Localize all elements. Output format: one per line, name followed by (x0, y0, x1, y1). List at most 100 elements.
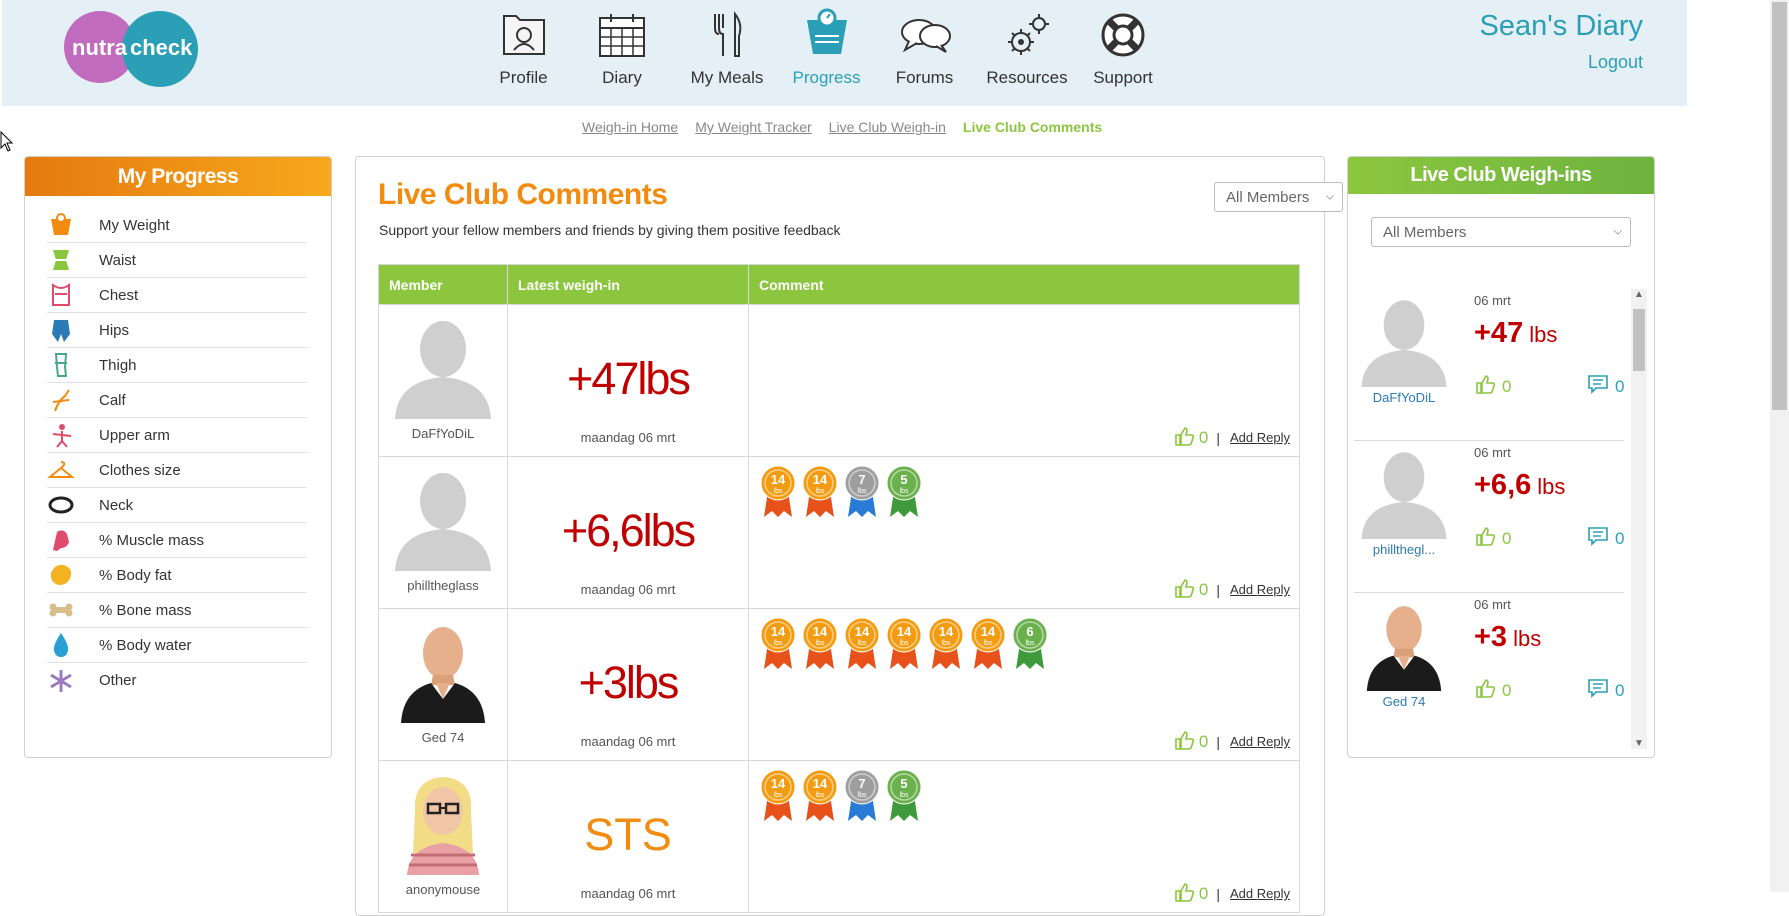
member-name[interactable]: Ged 74 (1354, 694, 1454, 709)
medal-icon: 7 lbs (843, 769, 881, 828)
like-button[interactable]: 0 (1474, 373, 1511, 400)
column-header-weigh-in: Latest weigh-in (507, 264, 749, 305)
weigh-in-date: maandag 06 mrt (580, 430, 676, 445)
weigh-ins-scrollbar[interactable]: ▲ ▼ (1631, 289, 1647, 749)
progress-item-bone-mass[interactable]: % Bone mass (47, 593, 307, 628)
svg-text:lbs: lbs (900, 488, 909, 495)
nav-progress[interactable]: Progress (782, 8, 871, 98)
comment-button[interactable]: 0 (1587, 677, 1624, 704)
avatar[interactable] (393, 619, 493, 723)
separator: | (1216, 429, 1221, 446)
chevron-down-icon: ⌵ (1613, 225, 1622, 238)
weigh-in-date: maandag 06 mrt (580, 734, 676, 749)
comment-button[interactable]: 0 (1587, 525, 1624, 552)
comment-button[interactable]: 0 (1587, 373, 1624, 400)
add-reply-link[interactable]: Add Reply (1230, 734, 1290, 749)
mouse-cursor-icon (0, 131, 14, 152)
progress-item-body-fat[interactable]: % Body fat (47, 558, 307, 593)
logout-link[interactable]: Logout (1588, 52, 1643, 73)
svg-text:14: 14 (771, 776, 786, 791)
progress-item-upper-arm[interactable]: Upper arm (47, 418, 307, 453)
nav-profile[interactable]: Profile (477, 8, 570, 98)
add-reply-link[interactable]: Add Reply (1230, 430, 1290, 445)
member-name[interactable]: DaFfYoDiL (1354, 390, 1454, 405)
like-button[interactable]: 0 (1173, 881, 1208, 906)
weigh-in-value: +47lbs (1474, 317, 1557, 350)
progress-item-thigh[interactable]: Thigh (47, 348, 307, 383)
progress-item-hips[interactable]: Hips (47, 313, 307, 348)
progress-item-body-water[interactable]: % Body water (47, 628, 307, 663)
progress-item-calf[interactable]: Calf (47, 383, 307, 418)
svg-text:nutra: nutra (72, 35, 128, 60)
nav-forums[interactable]: Forums (873, 8, 976, 98)
subnav-my-weight-tracker[interactable]: My Weight Tracker (695, 119, 811, 135)
progress-item-chest[interactable]: Chest (47, 278, 307, 313)
member-name[interactable]: phillthegl... (1354, 542, 1454, 557)
nav-support[interactable]: Support (1078, 8, 1168, 98)
add-reply-link[interactable]: Add Reply (1230, 582, 1290, 597)
like-button[interactable]: 0 (1173, 577, 1208, 602)
svg-text:lbs: lbs (774, 792, 783, 799)
medal-icon: 14 lbs (759, 465, 797, 524)
page-scrollbar[interactable] (1770, 0, 1789, 892)
progress-item-other[interactable]: Other (47, 663, 307, 698)
medals-row: 14 lbs 14 lbs 14 lbs 14 lbs 14 lbs 14 lbs 6 lbs (749, 609, 1299, 676)
avatar[interactable] (393, 315, 493, 419)
weigh-ins-filter-select[interactable]: All Members ⌵ (1371, 217, 1631, 247)
like-button[interactable]: 0 (1173, 425, 1208, 450)
svg-text:lbs: lbs (816, 640, 825, 647)
weigh-in-cell: STS maandag 06 mrt (507, 760, 749, 913)
member-name[interactable]: DaFfYoDiL (379, 426, 507, 441)
nutracheck-logo[interactable]: nutra check (64, 11, 198, 87)
avatar[interactable] (393, 467, 493, 571)
nav-diary[interactable]: Diary (572, 8, 672, 98)
member-filter-select[interactable]: All Members ⌵ (1214, 182, 1343, 212)
avatar[interactable] (1358, 599, 1450, 691)
subnav-live-club-weigh-in[interactable]: Live Club Weigh-in (829, 119, 946, 135)
fork-knife-icon (699, 8, 755, 62)
progress-item-label: Upper arm (99, 426, 170, 444)
avatar[interactable] (1358, 447, 1450, 539)
member-name[interactable]: Ged 74 (379, 730, 507, 745)
progress-item-muscle-mass[interactable]: % Muscle mass (47, 523, 307, 558)
scroll-down-icon[interactable]: ▼ (1631, 738, 1647, 749)
nav-my-meals[interactable]: My Meals (674, 8, 780, 98)
progress-item-my-weight[interactable]: My Weight (47, 208, 307, 243)
like-button[interactable]: 0 (1474, 677, 1511, 704)
progress-item-clothes-size[interactable]: Clothes size (47, 453, 307, 488)
svg-text:7: 7 (858, 472, 865, 487)
table-row: DaFfYoDiL +47lbs maandag 06 mrt 0 | Add Reply (378, 304, 1300, 457)
weigh-ins-scroll-thumb[interactable] (1633, 309, 1645, 371)
nav-label: Resources (986, 68, 1068, 87)
svg-text:5: 5 (900, 776, 907, 791)
svg-text:lbs: lbs (774, 640, 783, 647)
avatar[interactable] (1358, 295, 1450, 387)
subnav-live-club-comments[interactable]: Live Club Comments (963, 119, 1102, 135)
svg-text:14: 14 (981, 624, 996, 639)
thumbs-up-icon (1173, 881, 1195, 906)
member-name[interactable]: philltheglass (379, 578, 507, 593)
progress-item-neck[interactable]: Neck (47, 488, 307, 523)
medal-icon: 14 lbs (969, 617, 1007, 676)
progress-item-waist[interactable]: Waist (47, 243, 307, 278)
member-cell: philltheglass (378, 456, 508, 609)
svg-text:6: 6 (1026, 624, 1033, 639)
weight-scale-icon (47, 211, 75, 239)
like-button[interactable]: 0 (1173, 729, 1208, 754)
like-button[interactable]: 0 (1474, 525, 1511, 552)
comment-count: 0 (1615, 680, 1625, 700)
member-name[interactable]: anonymouse (379, 882, 507, 897)
like-count: 0 (1198, 579, 1209, 599)
weigh-in-number: +47 (1474, 317, 1524, 349)
subnav-weigh-in-home[interactable]: Weigh-in Home (582, 119, 678, 135)
medals-row (749, 305, 1299, 313)
nav-label: Profile (499, 68, 548, 87)
avatar[interactable] (393, 771, 493, 875)
comments-table: Member Latest weigh-in Comment DaFfYoDiL… (378, 264, 1300, 913)
waist-icon (47, 246, 75, 274)
add-reply-link[interactable]: Add Reply (1230, 886, 1290, 901)
nav-resources[interactable]: Resources (978, 8, 1076, 98)
page-scroll-thumb[interactable] (1772, 2, 1787, 410)
svg-text:14: 14 (813, 472, 828, 487)
scroll-up-icon[interactable]: ▲ (1631, 289, 1647, 300)
